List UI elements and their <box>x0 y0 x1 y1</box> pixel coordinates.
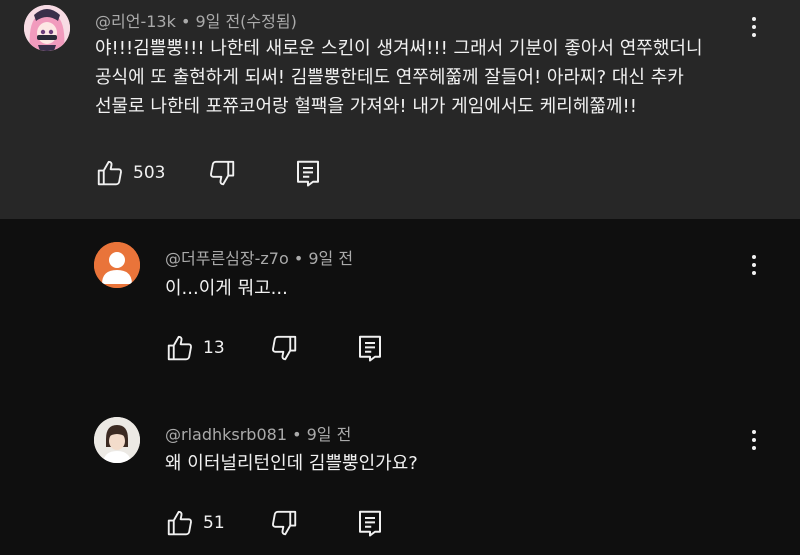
meta-separator: • <box>293 249 304 268</box>
thumb-down-icon <box>210 160 235 186</box>
avatar[interactable] <box>24 5 70 51</box>
more-vert-icon <box>752 255 756 259</box>
default-avatar-image <box>94 242 140 288</box>
avatar[interactable] <box>94 417 140 463</box>
avatar[interactable] <box>94 242 140 288</box>
meta-separator: • <box>292 425 302 444</box>
comment-author-handle[interactable]: @rladhksrb081 <box>165 425 287 444</box>
comment-text-line: 선물로 나한테 포쮸코어랑 혈팩을 가져와! 내가 게임에서도 케리헤쭓께!! <box>95 96 637 117</box>
reply-button[interactable] <box>355 333 385 363</box>
reply-icon <box>358 510 381 537</box>
like-count: 51 <box>203 513 225 533</box>
meta-separator: • <box>180 12 191 31</box>
reply-button[interactable] <box>293 158 323 188</box>
comment-timestamp[interactable]: 9일 전(수정됨) <box>195 12 296 31</box>
more-vert-icon <box>752 430 756 434</box>
reply-button[interactable] <box>355 508 385 538</box>
more-vert-icon <box>752 17 756 21</box>
comment-text: 왜 이터널리턴인데 김쁠뿡인가요? <box>165 453 418 474</box>
dislike-button[interactable] <box>269 508 299 538</box>
reply-comment: @더푸른심장-z7o • 9일 전 이...이게 뭐고... 13 <box>0 219 800 394</box>
comment-actions: 13 <box>165 331 385 365</box>
comment-actions: 503 <box>95 156 323 190</box>
comment-meta: @더푸른심장-z7o • 9일 전 <box>165 245 353 269</box>
avatar-anime-image <box>24 5 70 51</box>
comment-timestamp[interactable]: 9일 전 <box>308 249 353 268</box>
comment-more-button[interactable] <box>744 251 764 279</box>
dislike-button[interactable] <box>269 333 299 363</box>
comment-author-handle[interactable]: @리언-13k <box>95 12 176 31</box>
thumb-up-icon <box>167 510 192 536</box>
comment-text: 이...이게 뭐고... <box>165 278 288 299</box>
like-count: 503 <box>133 163 166 183</box>
comment-text: 야!!!김쁠뿡!!! 나한테 새로운 스킨이 생겨써!!! 그래서 기분이 좋아… <box>95 34 775 121</box>
like-button[interactable]: 51 <box>165 508 225 538</box>
comment-more-button[interactable] <box>744 426 764 454</box>
photo-avatar-image <box>94 417 140 463</box>
like-button[interactable]: 503 <box>95 158 165 188</box>
reply-comment: @rladhksrb081 • 9일 전 왜 이터널리턴인데 김쁠뿡인가요? 5… <box>0 394 800 555</box>
reply-icon <box>358 335 381 362</box>
main-comment: @리언-13k • 9일 전(수정됨) 야!!!김쁠뿡!!! 나한테 새로운 스… <box>0 0 800 219</box>
comment-timestamp[interactable]: 9일 전 <box>307 425 352 444</box>
thumb-down-icon <box>271 510 296 536</box>
like-button[interactable]: 13 <box>165 333 225 363</box>
comment-text-line: 공식에 또 출현하게 되써! 김쁠뿡한테도 연쭈헤쭓께 잘들어! 아라찌? 대신… <box>95 67 684 88</box>
dislike-button[interactable] <box>207 158 237 188</box>
thumb-up-icon <box>97 160 122 186</box>
comment-text-line: 야!!!김쁠뿡!!! 나한테 새로운 스킨이 생겨써!!! 그래서 기분이 좋아… <box>95 38 703 59</box>
thumb-up-icon <box>167 335 192 361</box>
reply-icon <box>297 160 320 187</box>
comment-meta: @리언-13k • 9일 전(수정됨) <box>95 8 297 32</box>
like-count: 13 <box>203 338 225 358</box>
comment-actions: 51 <box>165 506 385 540</box>
comment-author-handle[interactable]: @더푸른심장-z7o <box>165 249 289 268</box>
thumb-down-icon <box>271 335 296 361</box>
comment-meta: @rladhksrb081 • 9일 전 <box>165 421 351 445</box>
